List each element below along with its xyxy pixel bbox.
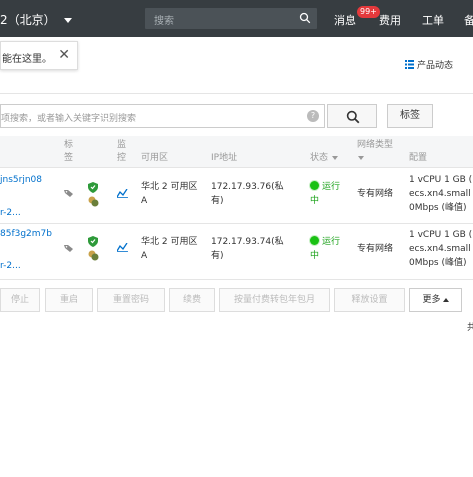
global-search-input[interactable]: 搜索 [145, 8, 317, 29]
renew-button[interactable]: 续费 [169, 288, 215, 312]
config-line2: ecs.xn4.small [409, 189, 471, 199]
ip-cell: 172.17.93.76(私 有) [211, 180, 284, 208]
tag-icon[interactable] [64, 244, 74, 253]
security-agent-icon[interactable] [88, 196, 99, 207]
batch-action-bar: 停止 重启 重置密码 续费 按量付费转包年包月 释放设置 更多 [0, 288, 473, 314]
search-icon [346, 110, 360, 124]
status-cell: 运行 中 [310, 235, 340, 263]
shield-icon[interactable] [88, 236, 98, 247]
chevron-down-icon [358, 155, 364, 160]
status-line1: 运行 [322, 182, 341, 192]
running-status-icon [310, 181, 319, 190]
config-line3: 0Mbps (峰值) [409, 258, 467, 268]
tag-filter-button[interactable]: 标签 [387, 104, 433, 128]
instance-id-link[interactable]: 85f3g2m7b [0, 227, 52, 241]
header-status[interactable]: 状态 [310, 152, 339, 165]
instance-id-link[interactable]: jns5rjn08 [0, 173, 42, 187]
chevron-down-icon [332, 155, 339, 160]
header-monitor: 监 控 [117, 139, 126, 165]
nav-messages[interactable]: 消息 [334, 12, 356, 28]
shield-icon[interactable] [88, 182, 98, 193]
instance-search-placeholder: 项搜索，或者输入关键字识别搜索 [1, 114, 137, 124]
config-line1: 1 vCPU 1 GB ( [409, 175, 473, 185]
monitor-chart-icon[interactable] [117, 189, 128, 198]
network-type-cell: 专有网络 [357, 189, 394, 199]
header-tag: 标 签 [64, 139, 73, 165]
stop-button[interactable]: 停止 [0, 288, 40, 312]
tip-popover: 能在这里。 ✕ [0, 41, 78, 70]
product-dynamic-label: 产品动态 [417, 61, 454, 71]
header-network-label: 网络类型 [357, 140, 394, 150]
restart-button[interactable]: 重启 [45, 288, 93, 312]
ip-line2: 有) [211, 196, 224, 206]
ip-line2: 有) [211, 251, 224, 261]
ip-line1: 172.17.93.76(私 [211, 182, 284, 192]
ip-cell: 172.17.93.74(私 有) [211, 235, 284, 263]
section-divider [0, 93, 473, 94]
config-line3: 0Mbps (峰值) [409, 203, 467, 213]
zone-cell: 华北 2 可用区 A [141, 235, 197, 263]
more-actions-label: 更多 [422, 295, 441, 305]
switch-billing-button[interactable]: 按量付费转包年包月 [219, 288, 330, 312]
search-button[interactable] [327, 104, 377, 128]
pagination-total: 共 [467, 323, 473, 333]
region-label: 2（北京） [0, 13, 56, 27]
nav-filing[interactable]: 备 [464, 12, 473, 28]
top-navigation-bar: 2（北京） 搜索 消息 99+ 费用 工单 备 [0, 0, 473, 37]
tip-text: 能在这里。 [2, 54, 52, 65]
security-agent-icon[interactable] [88, 250, 99, 261]
ip-line1: 172.17.93.74(私 [211, 237, 284, 247]
status-cell: 运行 中 [310, 180, 340, 208]
help-icon[interactable]: ? [307, 110, 319, 122]
list-icon [405, 60, 414, 69]
nav-billing[interactable]: 费用 [379, 12, 401, 28]
reset-password-button[interactable]: 重置密码 [97, 288, 165, 312]
instance-name-link[interactable]: r-2... [0, 206, 21, 220]
table-header: 标 签 监 控 可用区 IP地址 状态 网络类型 配置 [0, 136, 473, 168]
running-status-icon [310, 236, 319, 245]
search-placeholder: 搜索 [154, 16, 174, 27]
message-count-badge: 99+ [357, 6, 380, 18]
status-line2: 中 [310, 196, 320, 206]
tag-icon[interactable] [64, 189, 74, 198]
header-monitor-line2: 控 [117, 153, 127, 163]
header-zone: 可用区 [141, 153, 169, 163]
status-line2: 中 [310, 251, 320, 261]
status-line1: 运行 [322, 237, 341, 247]
chevron-down-icon [63, 18, 72, 23]
search-icon[interactable] [299, 12, 311, 24]
zone-cell: 华北 2 可用区 A [141, 180, 197, 208]
table-row: 85f3g2m7b r-2... 华北 2 可用区 A 172.17.93.74… [0, 224, 473, 280]
more-actions-button[interactable]: 更多 [409, 288, 462, 312]
header-status-label: 状态 [310, 153, 329, 163]
header-config: 配置 [409, 153, 428, 163]
config-line2: ecs.xn4.small [409, 244, 471, 254]
instance-search-input[interactable]: 项搜索，或者输入关键字识别搜索 ? [0, 104, 325, 128]
zone-line1: 华北 2 可用区 [141, 237, 198, 247]
instance-name-link[interactable]: r-2... [0, 259, 21, 273]
zone-line2: A [141, 251, 148, 261]
release-settings-button[interactable]: 释放设置 [334, 288, 405, 312]
header-tag-line1: 标 [64, 140, 74, 150]
zone-line2: A [141, 196, 148, 206]
header-network[interactable]: 网络类型 [357, 139, 393, 165]
config-line1: 1 vCPU 1 GB ( [409, 230, 473, 240]
network-type-cell: 专有网络 [357, 244, 394, 254]
table-row: jns5rjn08 r-2... 华北 2 可用区 A 172.17.93.76… [0, 168, 473, 224]
header-ip: IP地址 [211, 153, 238, 163]
monitor-chart-icon[interactable] [117, 243, 128, 252]
header-tag-line2: 签 [64, 153, 74, 163]
header-monitor-line1: 监 [117, 140, 127, 150]
chevron-up-icon [442, 297, 449, 302]
product-dynamic-link[interactable]: 产品动态 [405, 58, 453, 71]
config-cell: 1 vCPU 1 GB ( ecs.xn4.small 0Mbps (峰值) [409, 228, 472, 270]
config-cell: 1 vCPU 1 GB ( ecs.xn4.small 0Mbps (峰值) [409, 173, 472, 215]
close-icon[interactable]: ✕ [58, 47, 70, 63]
region-selector[interactable]: 2（北京） [0, 11, 72, 28]
zone-line1: 华北 2 可用区 [141, 182, 198, 192]
nav-tickets[interactable]: 工单 [422, 12, 444, 28]
